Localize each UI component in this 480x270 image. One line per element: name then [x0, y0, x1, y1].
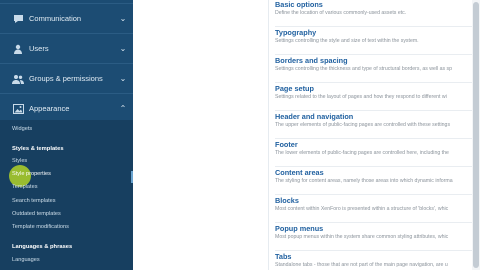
submenu-outdated-templates[interactable]: Outdated templates [12, 211, 61, 217]
list-item[interactable]: Blocks Most content within XenForo is pr… [275, 195, 480, 223]
picture-icon [12, 103, 24, 115]
list-item[interactable]: Page setup Settings related to the layou… [275, 83, 480, 111]
list-item-description: Settings controlling the style and size … [275, 38, 419, 44]
list-item-title[interactable]: Tabs [275, 252, 292, 261]
user-icon [12, 43, 24, 55]
list-item[interactable]: Content areas The styling for content ar… [275, 167, 480, 195]
list-item-description: Settings controlling the thickness and t… [275, 66, 453, 72]
list-item[interactable]: Footer The lower elements of public-faci… [275, 139, 480, 167]
submenu-templates[interactable]: Templates [12, 184, 38, 190]
appearance-submenu: Widgets Styles & templates Styles Style … [0, 120, 133, 270]
submenu-languages[interactable]: Languages [12, 257, 40, 263]
nav-users-label: Users [29, 44, 49, 53]
list-item-description: Settings related to the layout of pages … [275, 94, 447, 100]
list-item-description: The lower elements of public-facing page… [275, 150, 449, 156]
content-divider [268, 0, 269, 270]
submenu-widgets[interactable]: Widgets [12, 126, 32, 132]
list-item[interactable]: Tabs Standalone tabs - those that are no… [275, 251, 480, 270]
style-property-groups-list: Basic options Define the location of var… [270, 0, 480, 270]
list-item-description: Most content within XenForo is presented… [275, 206, 449, 212]
submenu-styles[interactable]: Styles [12, 158, 27, 164]
list-item[interactable]: Borders and spacing Settings controlling… [275, 55, 480, 83]
chevron-down-icon: ⌄ [119, 44, 127, 53]
list-item-title[interactable]: Header and navigation [275, 112, 353, 121]
submenu-heading-styles: Styles & templates [12, 146, 64, 152]
list-item[interactable]: Popup menus Most popup menus within the … [275, 223, 480, 251]
admin-sidebar: Communication ⌄ Users ⌄ Groups & permiss… [0, 0, 133, 270]
list-item-title[interactable]: Blocks [275, 196, 299, 205]
submenu-heading-languages: Languages & phrases [12, 244, 73, 250]
list-item-description: The styling for content areas, namely th… [275, 178, 453, 184]
chevron-down-icon: ⌄ [119, 14, 127, 23]
blank-area [133, 0, 270, 270]
list-item-description: Define the location of various commonly-… [275, 10, 407, 16]
submenu-search-templates[interactable]: Search templates [12, 198, 56, 204]
scrollbar-thumb[interactable] [473, 2, 479, 268]
list-item-title[interactable]: Footer [275, 140, 298, 149]
list-item-description: The upper elements of public-facing page… [275, 122, 451, 128]
list-item[interactable]: Typography Settings controlling the styl… [275, 27, 480, 55]
list-item-title[interactable]: Borders and spacing [275, 56, 348, 65]
nav-users[interactable]: Users ⌄ [0, 33, 133, 63]
list-item-title[interactable]: Content areas [275, 168, 324, 177]
nav-groups-permissions[interactable]: Groups & permissions ⌄ [0, 63, 133, 93]
list-item[interactable]: Header and navigation The upper elements… [275, 111, 480, 139]
nav-appearance[interactable]: Appearance ⌃ [0, 93, 133, 123]
submenu-style-properties[interactable]: Style properties [12, 171, 51, 177]
list-item[interactable]: Basic options Define the location of var… [275, 0, 480, 27]
list-item-description: Standalone tabs - those that are not par… [275, 262, 448, 268]
chevron-down-icon: ⌄ [119, 74, 127, 83]
nav-communication-label: Communication [29, 14, 82, 23]
chevron-up-icon: ⌃ [119, 104, 127, 113]
list-item-description: Most popup menus within the system share… [275, 234, 449, 240]
nav-communication[interactable]: Communication ⌄ [0, 3, 133, 33]
nav-appearance-label: Appearance [29, 104, 70, 113]
list-item-title[interactable]: Typography [275, 28, 316, 37]
list-item-title[interactable]: Page setup [275, 84, 314, 93]
list-item-title[interactable]: Popup menus [275, 224, 323, 233]
users-icon [12, 73, 24, 85]
list-item-title[interactable]: Basic options [275, 0, 323, 9]
nav-groups-permissions-label: Groups & permissions [29, 74, 103, 83]
speech-bubble-icon [12, 13, 24, 25]
submenu-template-modifications[interactable]: Template modifications [12, 224, 69, 230]
